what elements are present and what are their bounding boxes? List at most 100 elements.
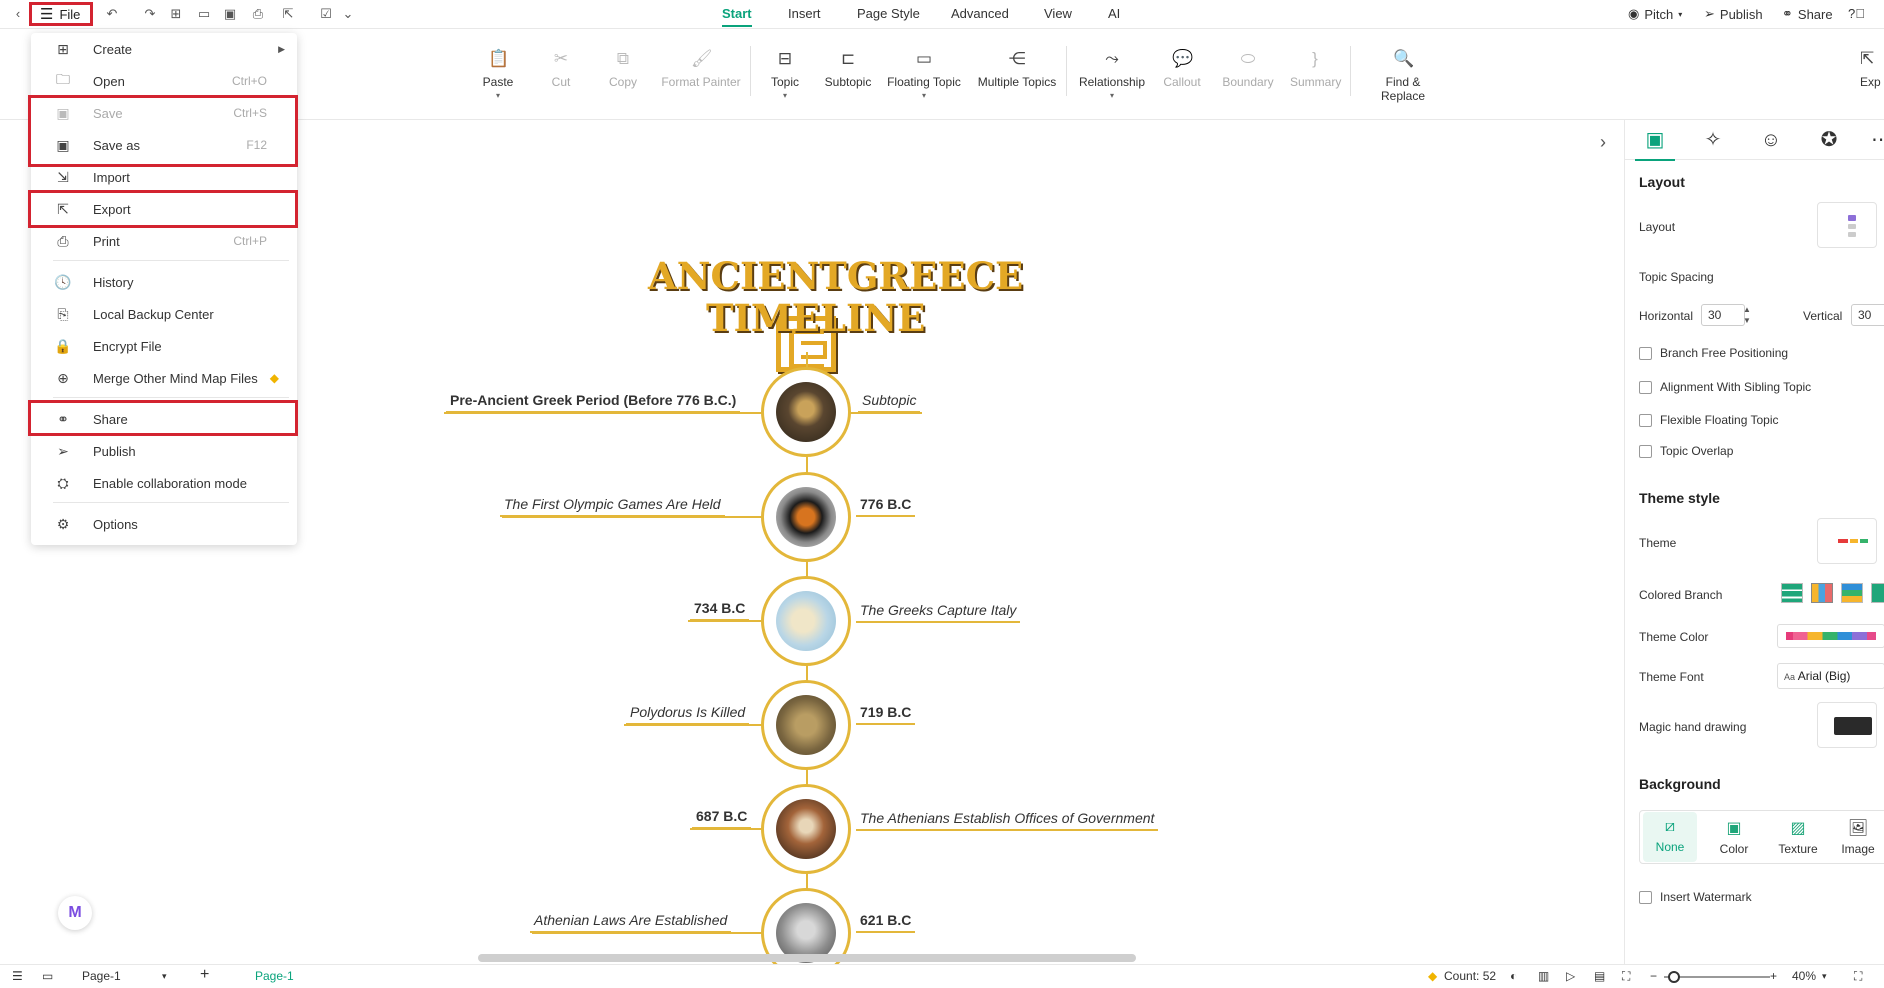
tab-ai[interactable]: AI xyxy=(1108,6,1120,21)
menu-item-backup-center[interactable]: ⎘ Local Backup Center xyxy=(31,298,297,330)
menu-item-export[interactable]: ⇱ Export xyxy=(31,193,297,225)
relationship-button[interactable]: ⤳ Relationship ▾ xyxy=(1078,49,1146,100)
timeline-node[interactable] xyxy=(761,367,851,457)
tab-insert[interactable]: Insert xyxy=(788,6,821,21)
share-button[interactable]: ⚭ Share xyxy=(1782,6,1833,22)
vertical-spacing-input[interactable]: 30 xyxy=(1851,304,1884,326)
task-check-icon[interactable]: ☑ xyxy=(318,6,334,22)
multiple-topics-button[interactable]: ⋲ Multiple Topics xyxy=(976,49,1058,89)
topic-label[interactable]: 719 B.C xyxy=(856,704,916,725)
menu-item-save-as[interactable]: ▣ Save as F12 xyxy=(31,129,297,161)
horizontal-scrollbar[interactable] xyxy=(478,954,1136,962)
ai-sparkle-icon[interactable]: ✧ xyxy=(1699,128,1727,152)
flexible-floating-checkbox[interactable]: Flexible Floating Topic xyxy=(1639,413,1779,427)
layout-picker[interactable] xyxy=(1817,202,1877,248)
format-painter-button[interactable]: 🖌 Format Painter xyxy=(660,49,742,89)
zoom-out-icon[interactable]: − xyxy=(1650,969,1657,983)
app-assistant-icon[interactable]: M xyxy=(58,896,92,930)
bg-color-option[interactable]: ▣ Color xyxy=(1707,812,1761,862)
menu-item-options[interactable]: ⚙ Options xyxy=(31,508,297,540)
undo-icon[interactable]: ↶ xyxy=(104,6,120,22)
menu-item-history[interactable]: 🕓 History xyxy=(31,266,297,298)
open-folder-icon[interactable]: ▭ xyxy=(196,6,212,22)
page-tab[interactable]: Page-1 xyxy=(255,969,294,983)
subtopic-button[interactable]: ⊏ Subtopic xyxy=(822,49,874,89)
boundary-button[interactable]: ⬭ Boundary xyxy=(1222,49,1274,89)
fullscreen-icon[interactable]: ⛶ xyxy=(1854,969,1862,984)
menu-item-create[interactable]: ⊞ Create ▶ xyxy=(31,33,297,65)
topic-label[interactable]: The Athenians Establish Offices of Gover… xyxy=(856,810,1159,831)
tab-view[interactable]: View xyxy=(1044,6,1072,21)
fit-screen-icon[interactable]: ⛶ xyxy=(1622,969,1630,984)
copy-button[interactable]: ⧉ Copy xyxy=(606,49,640,89)
zoom-in-icon[interactable]: + xyxy=(1770,969,1777,983)
print-icon[interactable]: ⎙ xyxy=(250,6,266,22)
topic-overlap-checkbox[interactable]: Topic Overlap xyxy=(1639,444,1733,458)
topic-label[interactable]: 687 B.C xyxy=(692,808,752,829)
theme-font-select[interactable]: Aa Arial (Big) xyxy=(1777,663,1884,689)
summary-button[interactable]: } Summary xyxy=(1290,49,1341,89)
cut-button[interactable]: ✂ Cut xyxy=(548,49,574,89)
panel-collapse-icon[interactable]: › xyxy=(1600,132,1606,153)
pitch-button[interactable]: ◉ Pitch ▾ xyxy=(1628,6,1682,22)
topic-label[interactable]: 621 B.C xyxy=(856,912,916,933)
timeline-node[interactable] xyxy=(761,576,851,666)
topic-label[interactable]: Subtopic xyxy=(858,392,921,413)
play-icon[interactable]: ▷ xyxy=(1566,969,1575,983)
timeline-node[interactable] xyxy=(761,784,851,874)
menu-item-merge[interactable]: ⊕ Merge Other Mind Map Files ◆ xyxy=(31,362,297,394)
topic-label[interactable]: 776 B.C xyxy=(856,496,916,517)
more-chevron-icon[interactable]: ⌄ xyxy=(340,6,356,22)
emoji-icon[interactable]: ☺ xyxy=(1757,128,1785,152)
back-chevron-icon[interactable]: ‹ xyxy=(10,6,26,22)
branch-color-option-icon[interactable] xyxy=(1871,583,1884,603)
menu-item-import[interactable]: ⇲ Import xyxy=(31,161,297,193)
topic-label[interactable]: 734 B.C xyxy=(690,600,750,621)
save-icon[interactable]: ▣ xyxy=(222,6,238,22)
timeline-node[interactable] xyxy=(761,680,851,770)
topic-button[interactable]: ⊟ Topic ▾ xyxy=(768,49,802,100)
menu-item-share[interactable]: ⚭ Share xyxy=(31,403,297,435)
fit-page-icon[interactable]: ▤ xyxy=(1594,969,1605,983)
alignment-checkbox[interactable]: Alignment With Sibling Topic xyxy=(1639,380,1811,394)
menu-item-open[interactable]: 🗀 Open Ctrl+O xyxy=(31,65,297,97)
slides-icon[interactable]: ▭ xyxy=(42,969,53,983)
topic-label[interactable]: Polydorus Is Killed xyxy=(626,704,750,725)
horizontal-spacing-input[interactable]: 30 xyxy=(1701,304,1745,326)
menu-item-save[interactable]: ▣ Save Ctrl+S xyxy=(31,97,297,129)
export-ribbon-button[interactable]: ⇱ Exp xyxy=(1860,49,1884,89)
floating-topic-button[interactable]: ▭ Floating Topic ▾ xyxy=(886,49,962,100)
topic-label[interactable]: The Greeks Capture Italy xyxy=(856,602,1021,623)
theme-color-picker[interactable] xyxy=(1777,624,1884,648)
find-replace-button[interactable]: 🔍 Find & Replace xyxy=(1364,49,1442,103)
timeline-node[interactable] xyxy=(761,472,851,562)
outline-icon[interactable]: ☰ xyxy=(12,969,23,983)
bg-image-option[interactable]: 🖼 Image xyxy=(1831,812,1884,862)
file-menu-button[interactable]: ☰ File xyxy=(29,2,93,26)
branch-free-checkbox[interactable]: Branch Free Positioning xyxy=(1639,346,1788,360)
page-select[interactable]: Page-1 xyxy=(82,969,121,983)
export-icon[interactable]: ⇱ xyxy=(280,6,296,22)
style-tab-icon[interactable]: ▣ xyxy=(1635,128,1675,161)
help-button[interactable]: ?⃝ xyxy=(1848,6,1865,21)
magic-hand-picker[interactable] xyxy=(1817,702,1877,748)
topic-label[interactable]: The First Olympic Games Are Held xyxy=(500,496,725,517)
menu-item-encrypt[interactable]: 🔒 Encrypt File xyxy=(31,330,297,362)
menu-item-print[interactable]: ⎙ Print Ctrl+P xyxy=(31,225,297,257)
theme-toggle-icon[interactable]: ◐ xyxy=(1510,969,1517,983)
zoom-caret-icon[interactable]: ▾ xyxy=(1822,971,1827,982)
tab-start[interactable]: Start xyxy=(722,6,752,27)
zoom-slider-handle[interactable] xyxy=(1668,971,1680,983)
theme-badge-icon[interactable]: ✪ xyxy=(1815,128,1843,152)
callout-button[interactable]: 💬 Callout xyxy=(1162,49,1202,89)
branch-color-option-icon[interactable] xyxy=(1781,583,1803,603)
branch-color-option-icon[interactable] xyxy=(1811,583,1833,603)
tab-page-style[interactable]: Page Style xyxy=(857,6,920,21)
tab-advanced[interactable]: Advanced xyxy=(951,6,1009,21)
bg-none-option[interactable]: ⧄ None xyxy=(1643,812,1697,862)
new-file-icon[interactable]: ⊞ xyxy=(168,6,184,22)
timeline-node[interactable] xyxy=(761,888,851,964)
branch-color-option-icon[interactable] xyxy=(1841,583,1863,603)
more-tab-icon[interactable]: ⋯ xyxy=(1867,128,1884,152)
book-view-icon[interactable]: ▥ xyxy=(1538,969,1549,983)
